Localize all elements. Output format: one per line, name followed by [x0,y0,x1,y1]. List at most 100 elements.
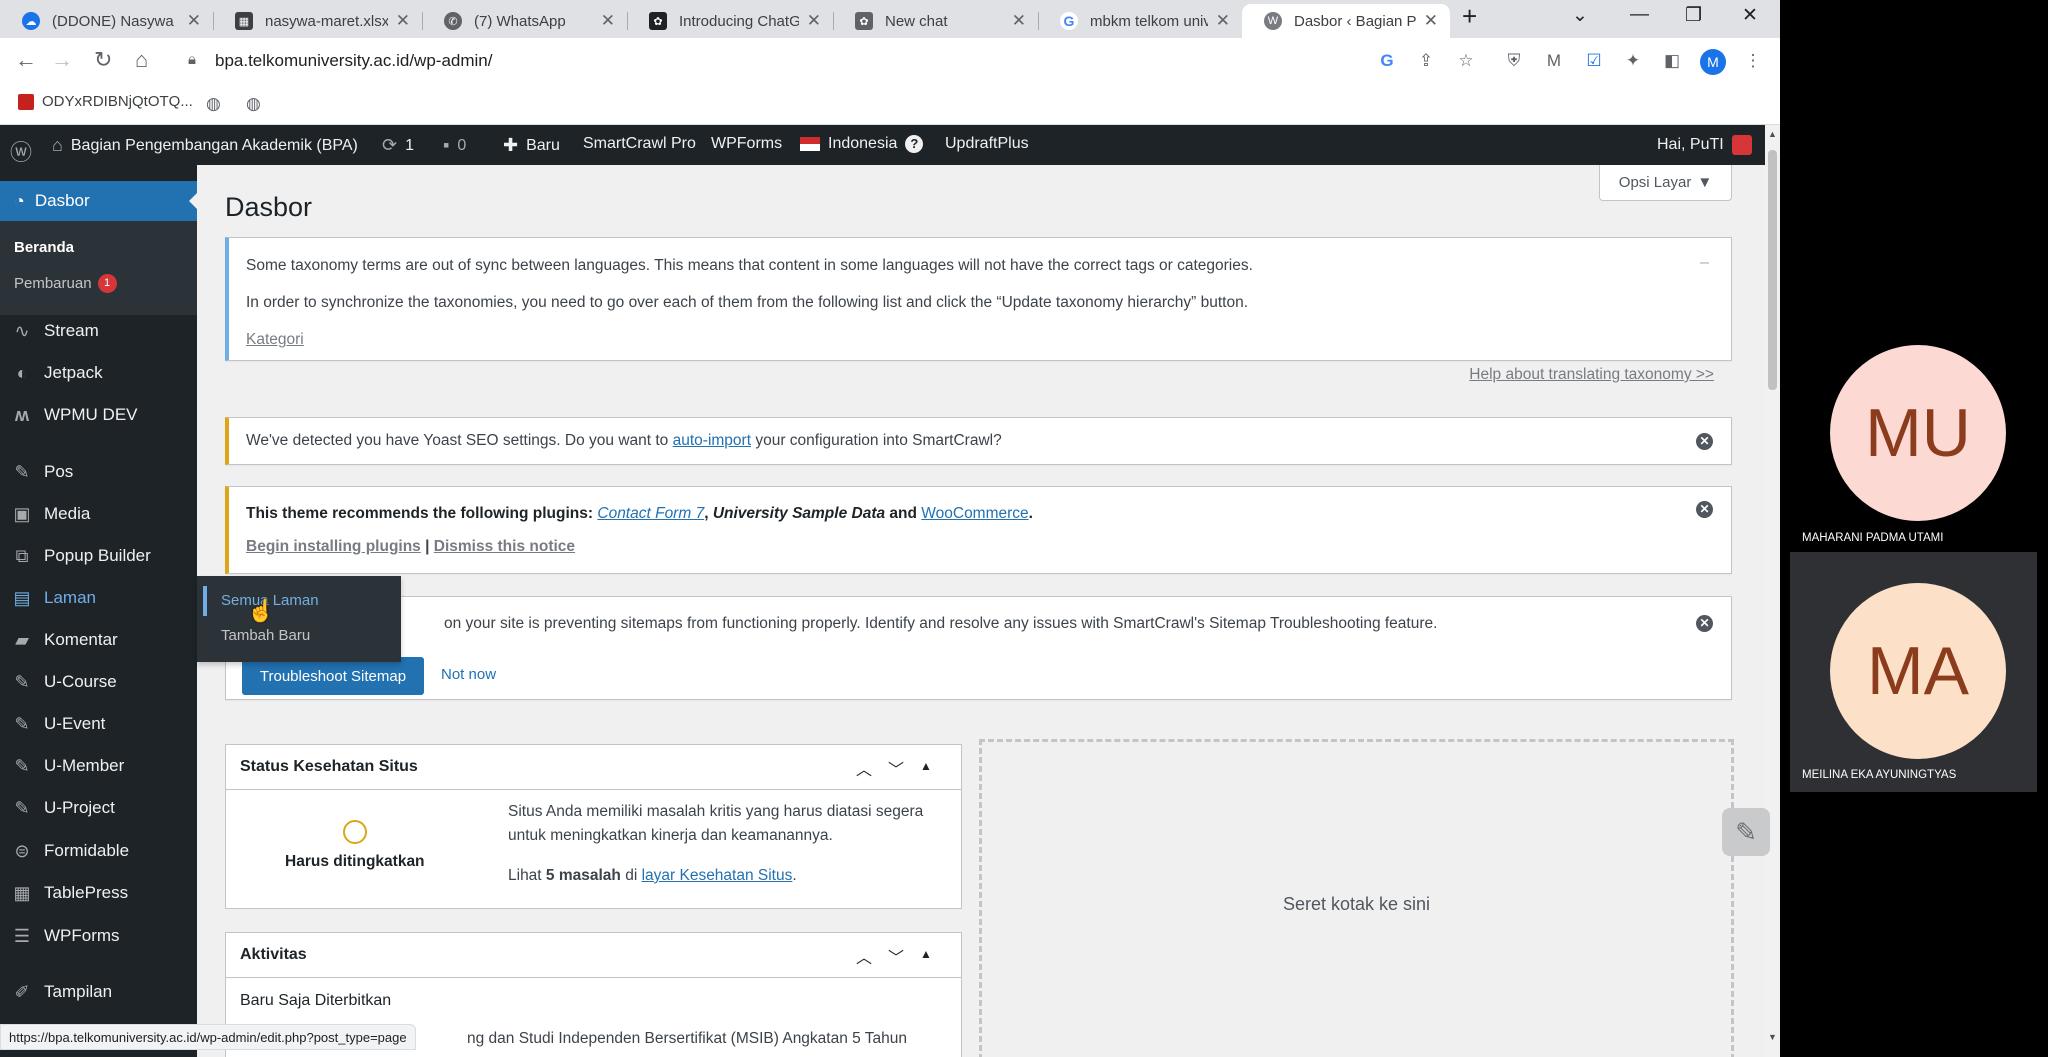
menu-comments[interactable]: ▰ Komentar [0,623,197,657]
move-down-icon[interactable]: ﹀ [888,944,904,968]
mail-extension-icon[interactable]: M [1542,49,1566,73]
extensions-puzzle-icon[interactable]: ✦ [1621,49,1645,73]
address-bar[interactable]: bpa.telkomuniversity.ac.id/wp-admin/ [215,51,492,71]
bookmark-star-icon[interactable]: ☆ [1454,49,1478,73]
comments-link[interactable]: ▪ 0 [443,135,466,156]
home-icon[interactable]: ⌂ [135,47,148,73]
participant-tile-active[interactable]: MA MEILINA EKA AYUNINGTYAS [1790,552,2037,792]
menu-jetpack[interactable]: ◐ Jetpack [0,356,197,390]
globe-icon[interactable]: ◍ [246,94,261,114]
google-translate-icon[interactable]: G [1375,49,1399,73]
tab-6[interactable]: G mbkm telkom university ✕ [1038,4,1242,38]
minimize-icon[interactable]: — [1630,4,1649,26]
activity-item[interactable]: ng dan Studi Independen Bersertifikat (M… [467,1030,907,1048]
site-name-link[interactable]: ⌂ Bagian Pengembangan Akademik (BPA) [52,135,358,156]
move-up-icon[interactable]: ︿ [856,944,872,968]
submenu-label: Beranda [14,239,75,256]
menu-appearance[interactable]: ✐ Tampilan [0,975,197,1009]
scroll-down-icon[interactable]: ▼ [1768,1032,1777,1042]
menu-wpmu-dev[interactable]: ʍ WPMU DEV [0,398,197,432]
move-down-icon[interactable]: ﹀ [888,756,904,780]
tab-2[interactable]: ▦ nasywa-maret.xlsx ✕ [213,4,422,38]
account-menu[interactable]: Hai, PuTI [1657,135,1752,155]
begin-installing-link[interactable]: Begin installing plugins [246,538,421,555]
wordpress-logo-icon[interactable]: ⓦ [10,135,32,167]
pen-tool-icon[interactable]: ✎ [1722,808,1770,856]
reload-icon[interactable]: ↻ [94,47,112,73]
checkbox-extension-icon[interactable]: ☑ [1582,49,1606,73]
close-window-icon[interactable]: ✕ [1742,4,1758,27]
collapse-icon[interactable]: – [1700,254,1709,272]
menu-dashboard[interactable]: ◔ Dasbor [0,181,197,221]
submenu-home[interactable]: Beranda [14,239,74,256]
profile-avatar[interactable]: M [1700,49,1726,75]
scroll-thumb[interactable] [1768,150,1777,390]
submenu-updates[interactable]: Pembaruan 1 [14,274,117,293]
not-now-link[interactable]: Not now [441,666,496,683]
more-menu-icon[interactable]: ⋮ [1741,49,1765,73]
globe-icon[interactable]: ◍ [206,94,221,114]
side-panel-icon[interactable]: ◧ [1660,49,1684,73]
language-switcher[interactable]: Indonesia ? [800,135,924,153]
new-tab-button[interactable]: + [1462,1,1477,32]
menu-u-event[interactable]: ✎ U-Event [0,707,197,741]
woocommerce-link[interactable]: WooCommerce [921,505,1028,522]
site-health-link[interactable]: layar Kesehatan Situs [642,867,793,884]
close-icon[interactable]: ✕ [1216,11,1230,31]
updraftplus-link[interactable]: UpdraftPlus [945,135,1029,153]
menu-u-project[interactable]: ✎ U-Project [0,791,197,825]
menu-pages[interactable]: ▤ Laman [0,581,197,615]
menu-u-course[interactable]: ✎ U-Course [0,665,197,699]
share-icon[interactable]: ⇪ [1414,49,1438,73]
tab-5[interactable]: ✿ New chat ✕ [833,4,1038,38]
dismiss-icon[interactable]: ✕ [1696,615,1713,632]
flyout-add-new[interactable]: Tambah Baru [221,627,310,644]
toggle-icon[interactable]: ▲ [920,947,932,961]
tab-1[interactable]: ☁ (DDONE) Nasywa ✕ [0,4,213,38]
menu-posts[interactable]: ✎ Pos [0,455,197,489]
tab-4[interactable]: ✿ Introducing ChatGPT ✕ [627,4,833,38]
close-icon[interactable]: ✕ [601,11,615,31]
troubleshoot-sitemap-button[interactable]: Troubleshoot Sitemap [242,657,424,695]
shield-extension-icon[interactable]: ⛨ [1502,49,1526,73]
menu-u-member[interactable]: ✎ U-Member [0,749,197,783]
forward-icon[interactable]: → [51,47,73,73]
scroll-up-icon[interactable]: ▲ [1768,129,1777,139]
screen-options-button[interactable]: Opsi Layar ▼ [1599,165,1732,201]
dismiss-notice-link[interactable]: Dismiss this notice [434,538,575,555]
close-icon[interactable]: ✕ [807,11,821,31]
menu-tablepress[interactable]: ▦ TablePress [0,876,197,910]
back-icon[interactable]: ← [15,47,37,73]
menu-formidable[interactable]: ⊜ Formidable [0,834,197,868]
smartcrawl-link[interactable]: SmartCrawl Pro [583,135,696,153]
wpforms-link[interactable]: WPForms [711,135,782,153]
updates-link[interactable]: ⟳ 1 [382,135,414,156]
participant-tile[interactable]: MU MAHARANI PADMA UTAMI [1790,334,2037,574]
dismiss-icon[interactable]: ✕ [1696,501,1713,518]
menu-popup-builder[interactable]: ⧉ Popup Builder [0,539,197,573]
close-icon[interactable]: ✕ [187,11,201,31]
auto-import-link[interactable]: auto-import [673,432,751,449]
new-content-link[interactable]: ✚ Baru [503,135,560,156]
contact-form-7-link[interactable]: Contact Form 7 [597,505,704,522]
toggle-icon[interactable]: ▲ [920,759,932,773]
lock-icon[interactable]: 🔒︎ [188,51,196,68]
restore-icon[interactable]: ❐ [1685,4,1702,27]
kategori-link[interactable]: Kategori [246,331,304,349]
menu-media[interactable]: ▣ Media [0,497,197,531]
close-icon[interactable]: ✕ [1012,11,1026,31]
tab-3[interactable]: ✆ (7) WhatsApp ✕ [422,4,627,38]
help-translating-link[interactable]: Help about translating taxonomy >> [1469,366,1714,384]
dismiss-icon[interactable]: ✕ [1696,433,1713,450]
menu-wpforms[interactable]: ☰ WPForms [0,919,197,953]
page-scrollbar[interactable]: ▲ ▼ [1765,125,1780,1057]
tab-search-icon[interactable]: ⌄ [1572,4,1588,27]
move-up-icon[interactable]: ︿ [856,756,872,780]
widget-dropzone[interactable]: Seret kotak ke sini [979,739,1734,1057]
bookmark-item[interactable]: ODYxRDIBNjQtOTQ... [18,93,193,110]
close-icon[interactable]: ✕ [396,11,410,31]
close-icon[interactable]: ✕ [1424,11,1438,31]
tab-7-active[interactable]: W Dasbor ‹ Bagian Pengembangan ✕ [1242,4,1450,38]
menu-stream[interactable]: ∿ Stream [0,314,197,348]
taxonomy-notice: Some taxonomy terms are out of sync betw… [225,237,1732,383]
